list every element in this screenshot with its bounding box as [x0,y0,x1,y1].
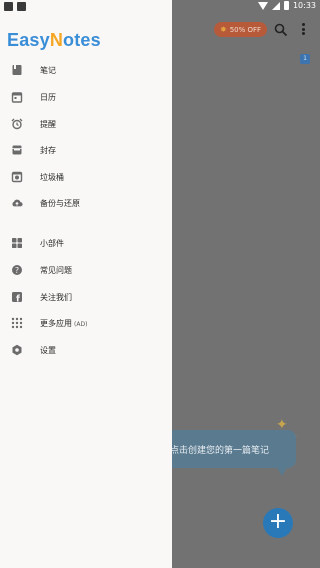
more-options-icon[interactable] [299,22,307,36]
note-icon [11,64,23,76]
download-icon [17,2,26,11]
drawer-item-reminders[interactable]: 提醒 [0,111,172,137]
promo-label: 50% OFF [229,25,262,34]
cloud-icon [11,197,23,209]
empty-state-tip-text: 点击创建您的第一篇笔记 [170,445,270,456]
facebook-icon: f [11,291,23,303]
status-bar: 10:33 [0,0,320,14]
drawer-item-label: 提醒 [40,119,56,129]
drawer-item-faq[interactable]: ? 常见问题 [0,257,172,283]
drawer-item-settings[interactable]: 设置 [0,337,172,363]
drawer-item-notes[interactable]: 笔记 [0,57,172,83]
trash-icon [11,171,23,183]
add-note-button[interactable]: + [263,508,293,538]
status-time: 10:33 [292,1,316,10]
tip-bubble-tail [276,466,288,476]
drawer-item-calendar[interactable]: 日历 [0,84,172,110]
calendar-shortcut-icon[interactable]: 1 [300,54,310,64]
ad-badge: (AD) [74,320,88,328]
drawer-item-label: 封存 [40,145,56,155]
archive-icon [11,144,23,156]
notification-icon [4,2,13,11]
drawer-item-more-apps[interactable]: 更多应用 (AD) [0,310,172,336]
navigation-drawer[interactable]: EasyNotes 笔记 日历 提醒 封存 垃圾桶 备份与还原 小部件 ? 常见… [0,0,172,568]
drawer-item-archive[interactable]: 封存 [0,137,172,163]
drawer-item-widgets[interactable]: 小部件 [0,230,172,256]
search-icon[interactable] [274,22,288,37]
drawer-item-follow-us[interactable]: f 关注我们 [0,284,172,310]
apps-icon [11,317,23,329]
drawer-item-label: 设置 [40,345,56,355]
drawer-item-trash[interactable]: 垃圾桶 [0,164,172,190]
drawer-item-backup[interactable]: 备份与还原 [0,190,172,216]
wifi-icon [257,1,268,10]
drawer-item-label: 备份与还原 [40,198,80,208]
gear-icon [11,344,23,356]
drawer-item-label: 更多应用 (AD) [40,318,88,328]
signal-icon [271,1,280,10]
empty-state-tip: 点击创建您的第一篇笔记 [160,430,296,468]
promo-badge[interactable]: ✸ 50% OFF [214,22,268,37]
drawer-item-label: 垃圾桶 [40,172,64,182]
svg-text:f: f [16,295,20,304]
battery-icon [283,1,289,10]
drawer-item-label: 常见问题 [40,265,72,275]
help-icon: ? [11,264,23,276]
alarm-icon [11,118,23,130]
star-icon: ✸ [220,25,227,34]
drawer-item-label: 日历 [40,92,56,102]
drawer-item-label: 小部件 [40,238,64,248]
drawer-item-label: 关注我们 [40,292,72,302]
calendar-icon [11,91,23,103]
drawer-item-label: 笔记 [40,65,56,75]
svg-text:?: ? [15,266,19,275]
widget-icon [11,237,23,249]
app-logo: EasyNotes [7,30,101,50]
